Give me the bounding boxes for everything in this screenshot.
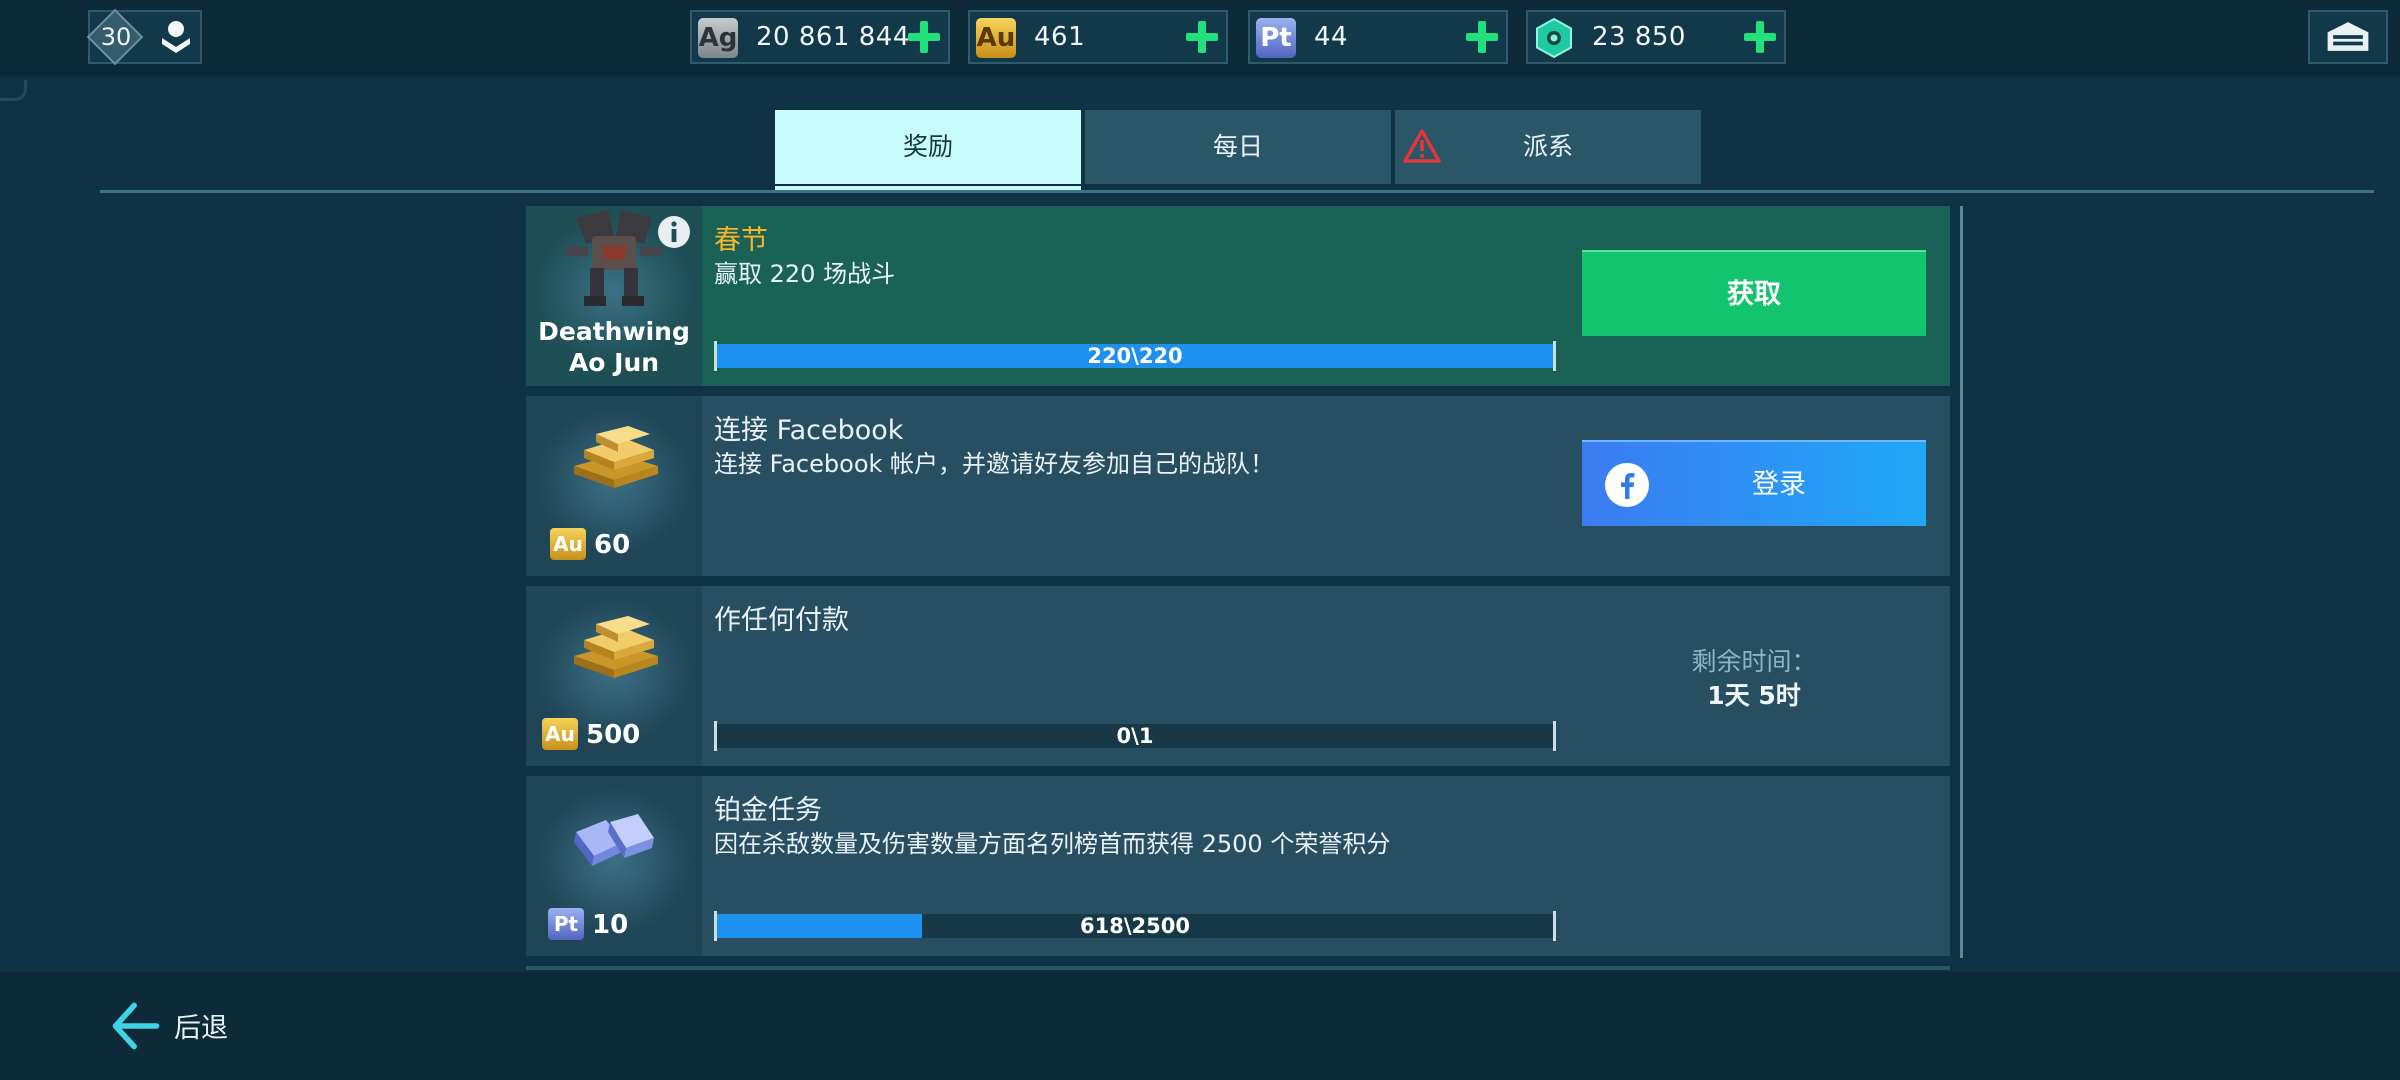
player-level-profile-button[interactable]: 30 bbox=[86, 8, 202, 66]
back-button[interactable]: 后退 bbox=[108, 996, 248, 1056]
reward-thumbnail: Deathwing Ao Jun bbox=[526, 206, 702, 386]
player-level: 30 bbox=[100, 23, 132, 51]
task-card-spring-festival: Deathwing Ao Jun 春节 赢取 220 场战斗 220\220 获… bbox=[526, 206, 1950, 386]
back-label: 后退 bbox=[174, 1013, 228, 1044]
platinum-currency[interactable]: Pt 44 bbox=[1248, 10, 1508, 64]
gold-bars-icon bbox=[574, 426, 658, 488]
task-progress-bar: 220\220 bbox=[714, 341, 1556, 371]
platinum-icon: Pt bbox=[548, 908, 584, 940]
reward-thumbnail: Au 60 bbox=[526, 396, 702, 576]
task-title: 铂金任务 bbox=[714, 795, 822, 826]
progress-text: 618\2500 bbox=[1080, 914, 1190, 938]
list-scrollbar[interactable] bbox=[1960, 206, 1963, 958]
platinum-bars-icon bbox=[574, 814, 654, 866]
silver-currency[interactable]: Ag 20 861 844 bbox=[690, 10, 950, 64]
components-hex-icon bbox=[1536, 18, 1572, 58]
silver-icon: Ag bbox=[698, 18, 738, 58]
reward-amount: 10 bbox=[592, 910, 629, 940]
task-progress-bar: 0\1 bbox=[714, 721, 1556, 751]
add-silver-plus-icon[interactable] bbox=[908, 21, 940, 53]
reward-thumbnail: Au 500 bbox=[526, 586, 702, 766]
gold-currency[interactable]: Au 461 bbox=[968, 10, 1228, 64]
silver-amount: 20 861 844 bbox=[756, 22, 910, 52]
platinum-amount: 44 bbox=[1314, 22, 1349, 52]
facebook-icon bbox=[1605, 463, 1649, 507]
components-amount: 23 850 bbox=[1592, 22, 1686, 52]
reward-amount: 60 bbox=[594, 530, 631, 560]
gold-icon: Au bbox=[550, 528, 586, 560]
facebook-login-button[interactable]: 登录 bbox=[1582, 440, 1926, 526]
add-platinum-plus-icon[interactable] bbox=[1466, 21, 1498, 53]
claim-button[interactable]: 获取 bbox=[1582, 250, 1926, 336]
task-card-facebook: Au 60 连接 Facebook 连接 Facebook 帐户，并邀请好友参加… bbox=[526, 396, 1950, 576]
top-bar-shadow bbox=[0, 72, 2400, 78]
task-card-payment: Au 500 作任何付款 0\1 剩余时间： 1天 5时 bbox=[526, 586, 1950, 766]
add-components-plus-icon[interactable] bbox=[1744, 21, 1776, 53]
info-icon[interactable] bbox=[656, 214, 692, 250]
gold-icon: Au bbox=[542, 718, 578, 750]
hangar-button[interactable] bbox=[2308, 10, 2388, 64]
bottom-bar bbox=[0, 972, 2400, 1080]
platinum-icon: Pt bbox=[1256, 18, 1296, 58]
tab-rewards[interactable]: 奖励 bbox=[775, 110, 1081, 184]
task-description: 连接 Facebook 帐户，并邀请好友参加自己的战队！ bbox=[714, 450, 1275, 478]
add-gold-plus-icon[interactable] bbox=[1186, 21, 1218, 53]
reward-robot-name: Deathwing Ao Jun bbox=[538, 317, 690, 377]
task-title: 春节 bbox=[714, 225, 768, 256]
time-remaining-label: 剩余时间： bbox=[1691, 647, 1817, 676]
tab-daily[interactable]: 每日 bbox=[1085, 110, 1391, 184]
next-card-edge bbox=[526, 966, 1950, 970]
reward-thumbnail: Pt 10 bbox=[526, 776, 702, 956]
corner-decoration bbox=[0, 80, 27, 101]
task-progress-bar: 618\2500 bbox=[714, 911, 1556, 941]
task-description: 赢取 220 场战斗 bbox=[714, 260, 896, 288]
warning-icon bbox=[1403, 129, 1441, 163]
gold-amount: 461 bbox=[1034, 22, 1086, 52]
components-currency[interactable]: 23 850 bbox=[1526, 10, 1786, 64]
reward-amount: 500 bbox=[586, 720, 641, 750]
time-remaining-value: 1天 5时 bbox=[1707, 681, 1801, 710]
tabs-divider bbox=[100, 190, 2374, 193]
profile-icon bbox=[162, 21, 190, 53]
login-label: 登录 bbox=[1752, 469, 1806, 500]
gold-bars-icon bbox=[574, 616, 658, 678]
task-title: 作任何付款 bbox=[714, 605, 849, 636]
task-title: 连接 Facebook bbox=[714, 415, 904, 446]
gold-icon: Au bbox=[976, 18, 1016, 58]
progress-text: 220\220 bbox=[1087, 344, 1183, 368]
task-description: 因在杀敌数量及伤害数量方面名列榜首而获得 2500 个荣誉积分 bbox=[714, 830, 1391, 858]
hangar-icon bbox=[2327, 22, 2369, 51]
progress-text: 0\1 bbox=[1116, 724, 1154, 748]
back-arrow-icon bbox=[112, 1002, 160, 1050]
task-card-platinum: Pt 10 铂金任务 因在杀敌数量及伤害数量方面名列榜首而获得 2500 个荣誉… bbox=[526, 776, 1950, 956]
